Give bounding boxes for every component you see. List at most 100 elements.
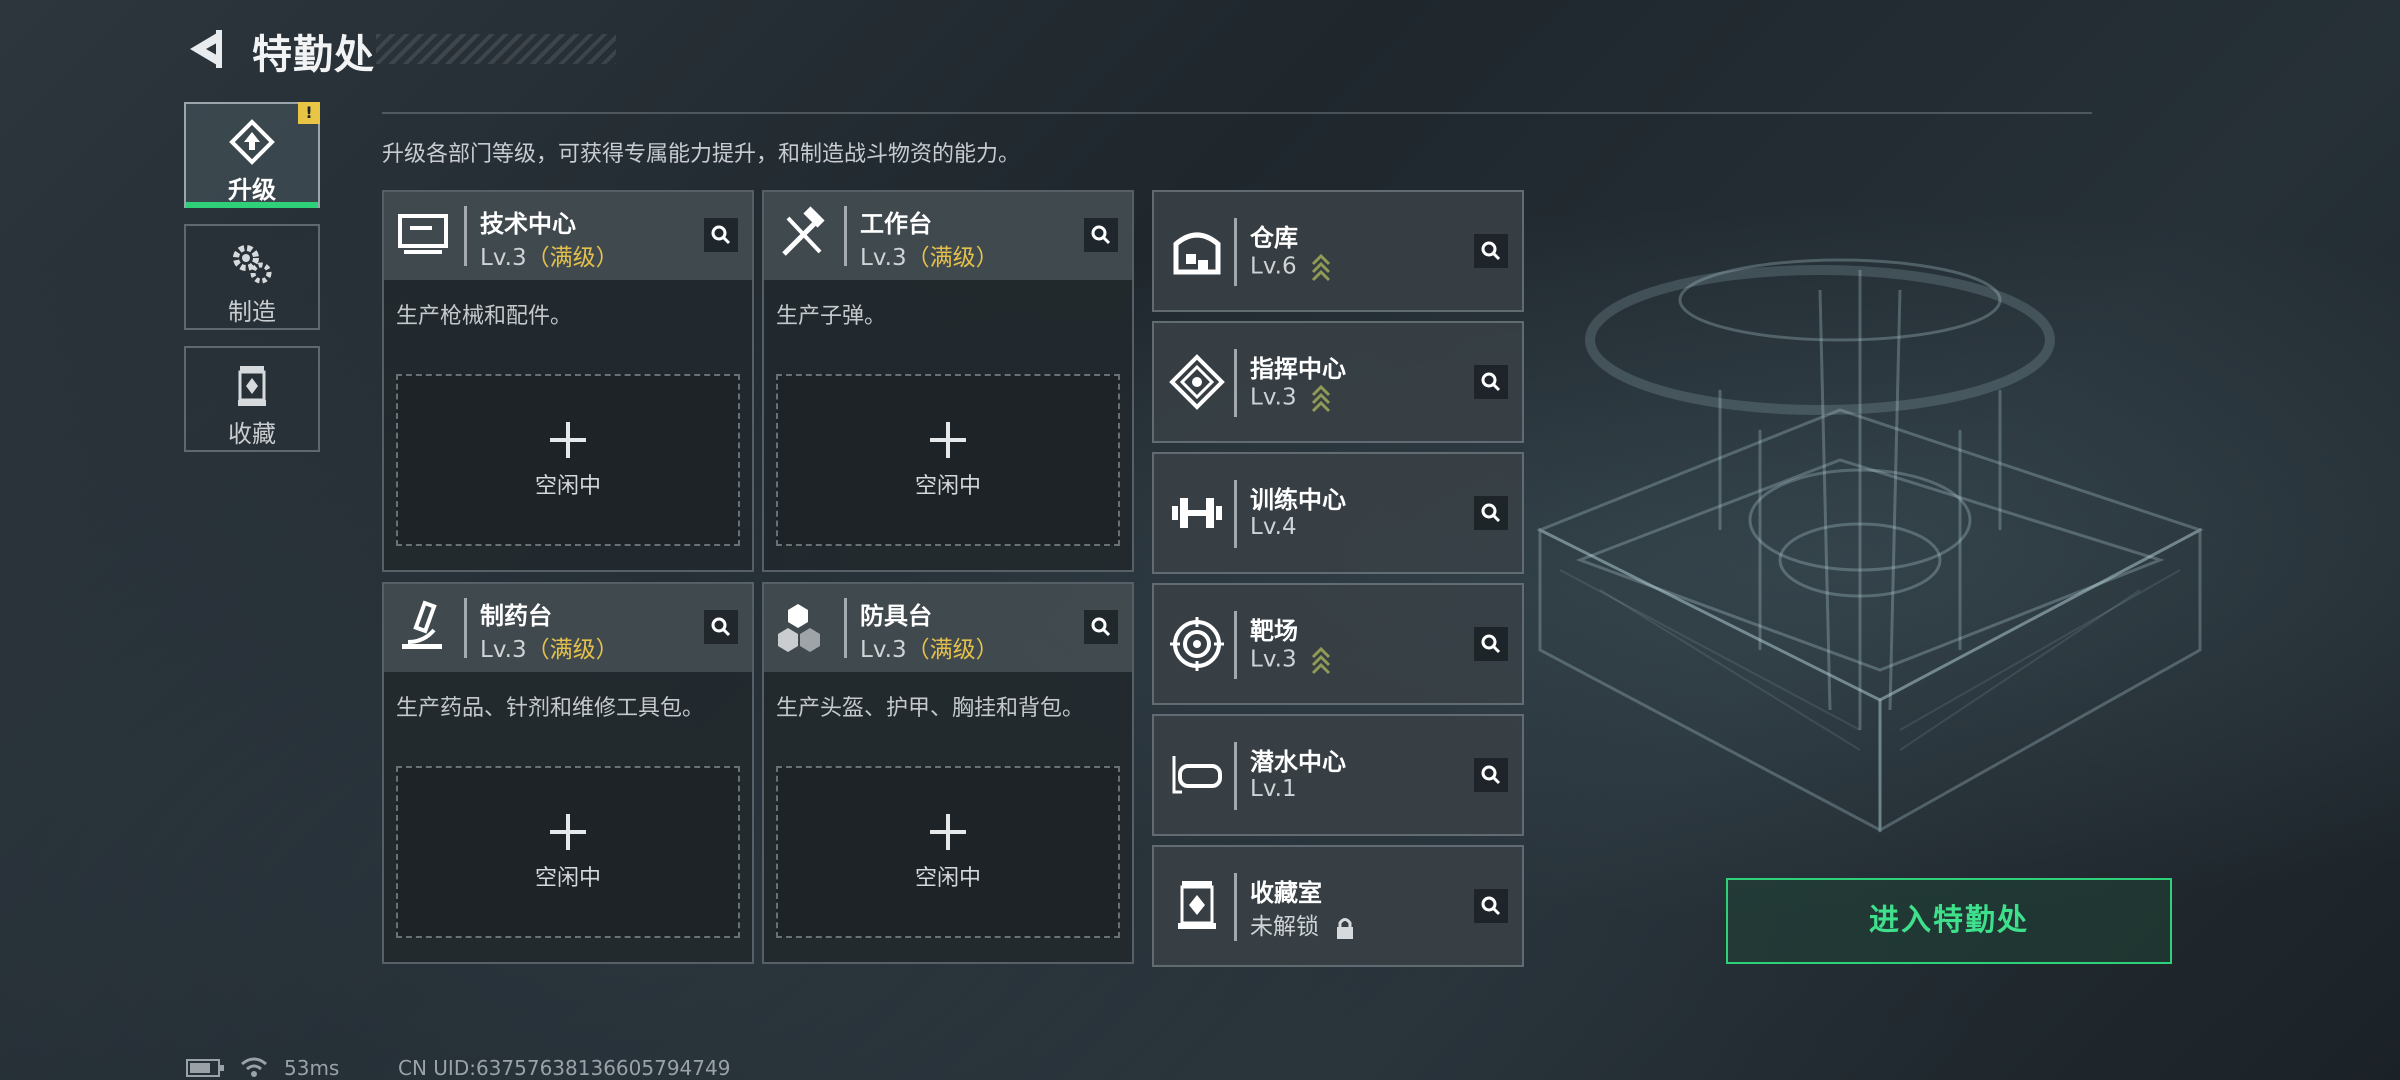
gears-icon: [233, 245, 272, 284]
back-arrow-icon[interactable]: [186, 26, 226, 72]
card-description: 生产药品、针剂和维修工具包。: [396, 696, 705, 721]
warehouse-icon: [1173, 232, 1221, 275]
plus-icon: [550, 814, 586, 850]
department-level: Lv.4: [1250, 514, 1297, 540]
tab-upgrade-label: 升级: [228, 176, 276, 204]
card-level: Lv.3（满级）: [860, 637, 999, 663]
search-button[interactable]: [1474, 889, 1508, 923]
card-header: 工作台 Lv.3（满级）: [764, 192, 1132, 280]
department-card-training[interactable]: 训练中心 Lv.4: [1152, 452, 1524, 574]
search-icon: [1481, 503, 1501, 523]
tab-craft[interactable]: 制造: [184, 224, 320, 330]
plus-icon: [550, 422, 586, 458]
separator: [844, 598, 847, 658]
card-name: 防具台: [860, 602, 932, 630]
production-slot[interactable]: 空闲中: [776, 766, 1120, 938]
search-button[interactable]: [1084, 218, 1118, 252]
card-description: 生产枪械和配件。: [396, 304, 573, 329]
department-card-command[interactable]: 指挥中心 Lv.3: [1152, 321, 1524, 443]
department-card-warehouse[interactable]: 仓库 Lv.6: [1152, 190, 1524, 312]
card-name: 工作台: [860, 210, 932, 238]
search-icon: [1481, 372, 1501, 392]
collection-room-icon: [1178, 881, 1216, 929]
card-level: Lv.3（满级）: [480, 245, 619, 271]
search-icon: [1481, 765, 1501, 785]
slot-status: 空闲中: [534, 474, 601, 499]
card-level: Lv.3（满级）: [860, 245, 999, 271]
search-button[interactable]: [1474, 234, 1508, 268]
page-description: 升级各部门等级，可获得专属能力提升，和制造战斗物资的能力。: [382, 142, 1021, 167]
department-level: Lv.1: [1250, 776, 1297, 802]
department-card-diving[interactable]: 潜水中心 Lv.1: [1152, 714, 1524, 836]
production-slot[interactable]: 空闲中: [776, 374, 1120, 546]
computer-icon: [398, 214, 448, 254]
workstation-card-workbench[interactable]: 工作台 Lv.3（满级） 生产子弹。 空闲中: [762, 190, 1134, 572]
department-card-range[interactable]: 靶场 Lv.3: [1152, 583, 1524, 705]
search-button[interactable]: [1474, 496, 1508, 530]
tab-collection[interactable]: 收藏: [184, 346, 320, 452]
search-button[interactable]: [704, 610, 738, 644]
active-indicator: [186, 202, 318, 208]
card-level: Lv.3（满级）: [480, 637, 619, 663]
microscope-icon: [402, 600, 442, 649]
armor-icon: [778, 604, 820, 652]
department-name: 潜水中心: [1250, 748, 1346, 776]
ping-text: 53ms: [284, 1056, 340, 1080]
page-title: 特勤处: [252, 32, 375, 78]
slot-status: 空闲中: [914, 866, 981, 891]
command-icon: [1169, 354, 1225, 410]
separator: [1234, 873, 1237, 941]
department-name: 靶场: [1250, 617, 1298, 645]
slot-status: 空闲中: [914, 474, 981, 499]
department-level: 未解锁: [1250, 907, 1356, 941]
upgrade-chevron-icon: [1311, 384, 1330, 413]
dumbbell-icon: [1172, 498, 1222, 528]
separator: [1234, 349, 1237, 417]
department-card-collection-room[interactable]: 收藏室 未解锁: [1152, 845, 1524, 967]
search-button[interactable]: [1084, 610, 1118, 644]
search-icon: [711, 225, 731, 245]
department-name: 仓库: [1250, 224, 1298, 252]
department-level: Lv.6: [1250, 252, 1332, 282]
wifi-icon: [241, 1057, 267, 1077]
separator: [844, 206, 847, 266]
card-name: 制药台: [480, 602, 552, 630]
search-button[interactable]: [1474, 627, 1508, 661]
tab-upgrade[interactable]: 升级 !: [184, 102, 320, 208]
collection-icon: [238, 366, 266, 406]
workstation-card-pharmacy[interactable]: 制药台 Lv.3（满级） 生产药品、针剂和维修工具包。 空闲中: [382, 582, 754, 964]
slot-status: 空闲中: [534, 866, 601, 891]
tools-icon: [782, 206, 825, 256]
search-icon: [711, 617, 731, 637]
diving-mask-icon: [1172, 756, 1222, 794]
search-icon: [1481, 241, 1501, 261]
plus-icon: [930, 422, 966, 458]
card-header: 技术中心 Lv.3（满级）: [384, 192, 752, 280]
card-description: 生产头盔、护甲、胸挂和背包。: [776, 696, 1085, 721]
search-button[interactable]: [1474, 365, 1508, 399]
search-icon: [1091, 225, 1111, 245]
upgrade-chevron-icon: [1311, 646, 1330, 675]
search-icon: [1481, 634, 1501, 654]
search-icon: [1091, 617, 1111, 637]
target-icon: [1170, 617, 1224, 671]
search-button[interactable]: [704, 218, 738, 252]
production-slot[interactable]: 空闲中: [396, 374, 740, 546]
search-button[interactable]: [1474, 758, 1508, 792]
workstation-card-tech[interactable]: 技术中心 Lv.3（满级） 生产枪械和配件。 空闲中: [382, 190, 754, 572]
building-illustration: [1536, 258, 2204, 833]
upgrade-chevron-icon: [1311, 253, 1330, 282]
department-level: Lv.3: [1250, 383, 1332, 413]
enter-special-ops-button[interactable]: 进入特勤处: [1726, 878, 2172, 964]
alert-badge: !: [298, 102, 320, 124]
workstation-card-armor[interactable]: 防具台 Lv.3（满级） 生产头盔、护甲、胸挂和背包。 空闲中: [762, 582, 1134, 964]
production-slot[interactable]: 空闲中: [396, 766, 740, 938]
search-icon: [1481, 896, 1501, 916]
separator: [1234, 480, 1237, 548]
separator: [1234, 742, 1237, 810]
card-description: 生产子弹。: [776, 304, 887, 329]
card-header: 防具台 Lv.3（满级）: [764, 584, 1132, 672]
lock-icon: [1337, 917, 1354, 939]
card-name: 技术中心: [480, 210, 576, 238]
upgrade-icon: [229, 119, 275, 165]
